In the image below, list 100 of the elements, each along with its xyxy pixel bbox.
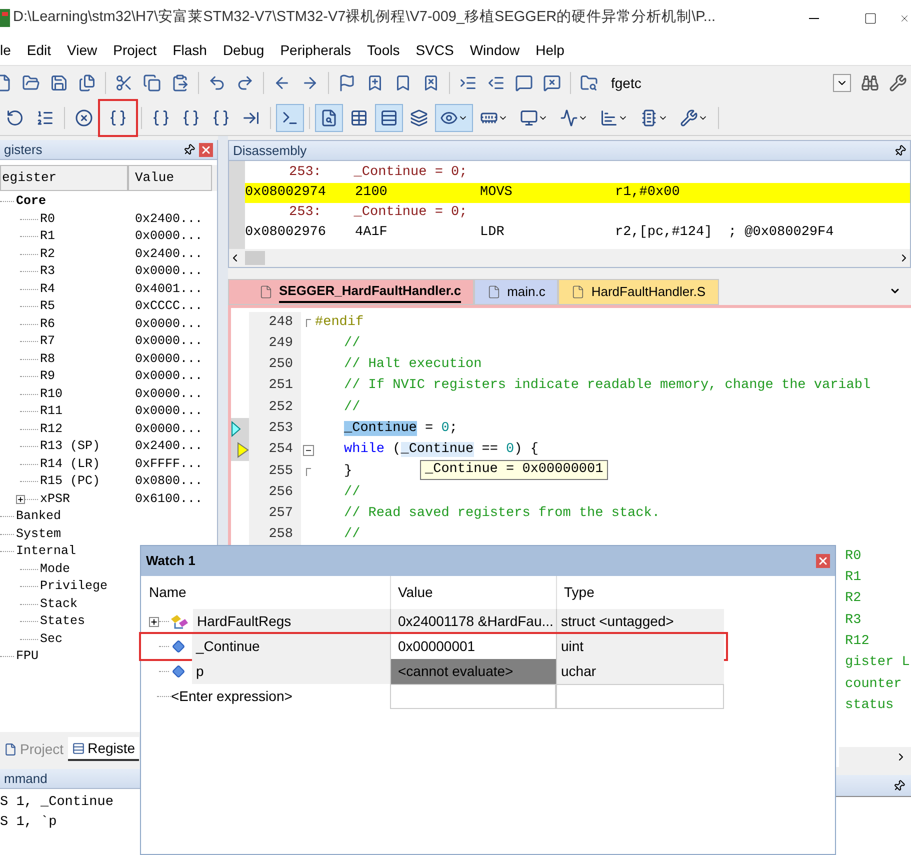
register-name[interactable]: R14 (LR) <box>40 454 100 474</box>
find-in-files-icon[interactable] <box>580 74 598 92</box>
register-name[interactable]: R7 <box>40 332 56 352</box>
expand-toggle[interactable] <box>149 616 159 626</box>
watch-row[interactable]: _Continue 0x00000001 uint <box>141 634 726 659</box>
horizontal-scrollbar[interactable] <box>229 249 910 267</box>
command-line: S 1, `p <box>0 814 58 832</box>
column-header[interactable]: egister <box>0 165 128 191</box>
editor-tab[interactable]: SEGGER_HardFaultHandler.c <box>228 279 474 305</box>
register-name[interactable]: Internal <box>16 542 76 562</box>
copy-icon[interactable] <box>143 74 161 92</box>
wrench-icon[interactable] <box>889 74 907 92</box>
dropdown-button[interactable] <box>833 74 851 92</box>
line-number: 251 <box>249 376 301 398</box>
editor-tab[interactable]: HardFaultHandler.S <box>558 279 719 305</box>
horizontal-scrollbar[interactable] <box>839 747 911 767</box>
menu-item[interactable]: Debug <box>214 40 272 61</box>
close-icon[interactable] <box>199 142 213 156</box>
register-name[interactable]: R2 <box>40 244 56 264</box>
value-input-cell[interactable] <box>390 684 556 709</box>
step-out-icon <box>182 108 200 126</box>
bookmark-icon[interactable] <box>366 74 384 92</box>
bookmark-clear-icon[interactable] <box>422 74 440 92</box>
register-name[interactable]: Sec <box>40 630 63 649</box>
menu-item[interactable]: Window <box>462 40 528 61</box>
register-name[interactable]: Stack <box>40 594 78 614</box>
open-folder-icon[interactable] <box>22 74 40 92</box>
register-name[interactable]: R1 <box>40 227 56 246</box>
paste-icon[interactable] <box>171 74 189 92</box>
register-name[interactable]: Core <box>16 192 46 212</box>
register-value: 0x6100... <box>135 490 203 508</box>
watch-name: HardFaultRegs <box>193 609 390 634</box>
flag-icon[interactable] <box>338 74 356 92</box>
panel-tab[interactable]: Registe <box>68 737 140 761</box>
menu-item[interactable]: SVCS <box>408 40 462 61</box>
forward-arrow-icon[interactable] <box>301 74 319 92</box>
save-icon[interactable] <box>50 74 68 92</box>
watch-value[interactable]: 0x24001178 &HardFau... <box>390 609 556 634</box>
watch-row[interactable]: HardFaultRegs 0x24001178 &HardFau... struct <untagged> <box>141 609 724 634</box>
register-value: 0x0000... <box>135 386 203 403</box>
register-name[interactable]: Mode <box>40 560 70 579</box>
register-name[interactable]: Privilege <box>40 577 108 596</box>
register-name[interactable]: R6 <box>40 314 56 334</box>
register-name[interactable]: FPU <box>16 647 39 666</box>
comment-icon[interactable] <box>515 74 533 92</box>
register-name[interactable]: R0 <box>40 210 56 229</box>
type-input-cell[interactable] <box>556 684 724 709</box>
bookmark-icon[interactable] <box>394 74 412 92</box>
register-name[interactable]: R4 <box>40 280 56 299</box>
toolbar-button[interactable] <box>435 104 473 132</box>
menu-item[interactable]: Project <box>105 40 165 61</box>
cut-icon[interactable] <box>115 74 133 92</box>
menu-item[interactable]: le <box>0 40 19 61</box>
undo-icon[interactable] <box>208 74 226 92</box>
register-name[interactable]: R10 <box>40 384 63 404</box>
register-name[interactable]: R11 <box>40 402 63 422</box>
scroll-thumb[interactable] <box>245 251 265 265</box>
register-name[interactable]: R15 (PC) <box>40 472 100 492</box>
register-name[interactable]: System <box>16 524 62 544</box>
column-header[interactable]: Name <box>141 576 390 609</box>
uncomment-icon[interactable] <box>543 74 561 92</box>
register-name[interactable]: R8 <box>40 350 56 369</box>
register-name[interactable]: R3 <box>40 262 56 282</box>
menu-item[interactable]: Help <box>528 40 572 61</box>
register-value: 0xFFFF... <box>135 456 203 473</box>
toolbar-button[interactable] <box>315 104 343 132</box>
toolbox-icon <box>680 108 698 126</box>
save-all-icon[interactable] <box>78 74 96 92</box>
register-name[interactable]: R9 <box>40 367 56 386</box>
fold-toggle[interactable] <box>302 444 314 456</box>
file-icon <box>487 285 502 299</box>
indent-icon[interactable] <box>459 74 477 92</box>
redo-icon[interactable] <box>236 74 254 92</box>
menu-item[interactable]: Flash <box>164 40 215 61</box>
editor-tab[interactable]: main.c <box>474 279 558 305</box>
menu-item[interactable]: View <box>59 40 106 61</box>
column-header[interactable]: Value <box>128 165 212 191</box>
code-line: } <box>344 462 352 481</box>
panel-title: Disassembly <box>232 142 307 160</box>
register-name[interactable]: States <box>40 612 86 632</box>
watch-row[interactable]: p <cannot evaluate> uchar <box>141 659 724 684</box>
expand-toggle[interactable] <box>16 494 25 504</box>
binoculars-icon[interactable] <box>861 74 879 92</box>
register-name[interactable]: R5 <box>40 297 56 316</box>
menu-item[interactable]: Peripherals <box>272 40 360 61</box>
unindent-icon[interactable] <box>487 74 505 92</box>
register-name[interactable]: R12 <box>40 420 63 439</box>
register-name[interactable]: R13 (SP) <box>40 437 100 456</box>
enter-expression-field[interactable]: <Enter expression> <box>171 686 292 707</box>
toolbar-button[interactable] <box>276 104 304 132</box>
register-name[interactable]: Banked <box>16 507 62 526</box>
menu-item[interactable]: Edit <box>18 40 60 61</box>
register-name[interactable]: xPSR <box>40 490 70 509</box>
toolbar-button[interactable] <box>100 100 136 134</box>
toolbar-button[interactable] <box>375 104 403 132</box>
close-icon[interactable] <box>816 554 830 568</box>
menu-item[interactable]: Tools <box>359 40 408 61</box>
watch-value[interactable]: <cannot evaluate> <box>390 659 556 684</box>
code-line: // Halt execution <box>344 356 482 374</box>
register-value: 0x0000... <box>135 316 203 333</box>
